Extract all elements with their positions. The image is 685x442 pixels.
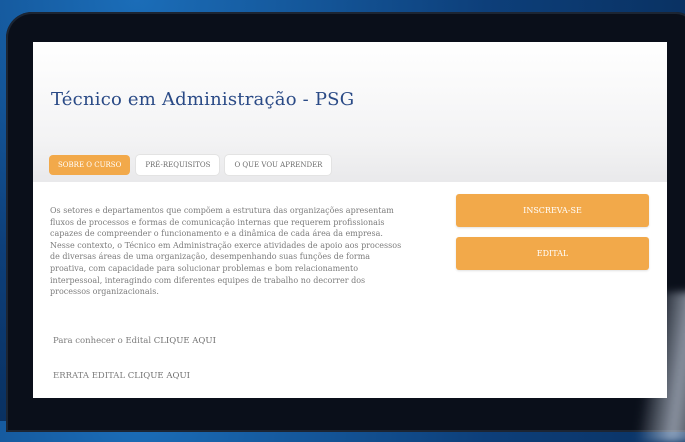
tab-sobre-o-curso[interactable]: SOBRE O CURSO (49, 155, 131, 175)
course-description: Os setores e departamentos que compõem a… (50, 206, 402, 297)
tab-pre-requisitos[interactable]: PRÉ-REQUISITOS (136, 155, 220, 175)
browser-screen: Técnico em Administração - PSG SOBRE O C… (33, 42, 667, 398)
edital-clique-aqui-link[interactable]: CLIQUE AQUI (154, 336, 216, 346)
errata-link-text: ERRATA EDITAL (53, 371, 126, 381)
edital-link-row: Para conhecer o Edital CLIQUE AQUI (53, 336, 216, 346)
course-tabs: SOBRE O CURSO PRÉ-REQUISITOS O QUE VOU A… (49, 155, 332, 175)
edital-button[interactable]: EDITAL (456, 237, 649, 270)
page-title: Técnico em Administração - PSG (51, 89, 355, 110)
course-header: Técnico em Administração - PSG SOBRE O C… (33, 42, 667, 182)
errata-clique-aqui-link[interactable]: CLIQUE AQUI (128, 371, 190, 381)
edital-link-text: Para conhecer o Edital (53, 336, 152, 346)
tab-o-que-vou-aprender[interactable]: O QUE VOU APRENDER (225, 155, 332, 175)
inscreva-se-button[interactable]: INSCREVA-SE (456, 194, 649, 227)
errata-link-row: ERRATA EDITAL CLIQUE AQUI (53, 371, 190, 381)
